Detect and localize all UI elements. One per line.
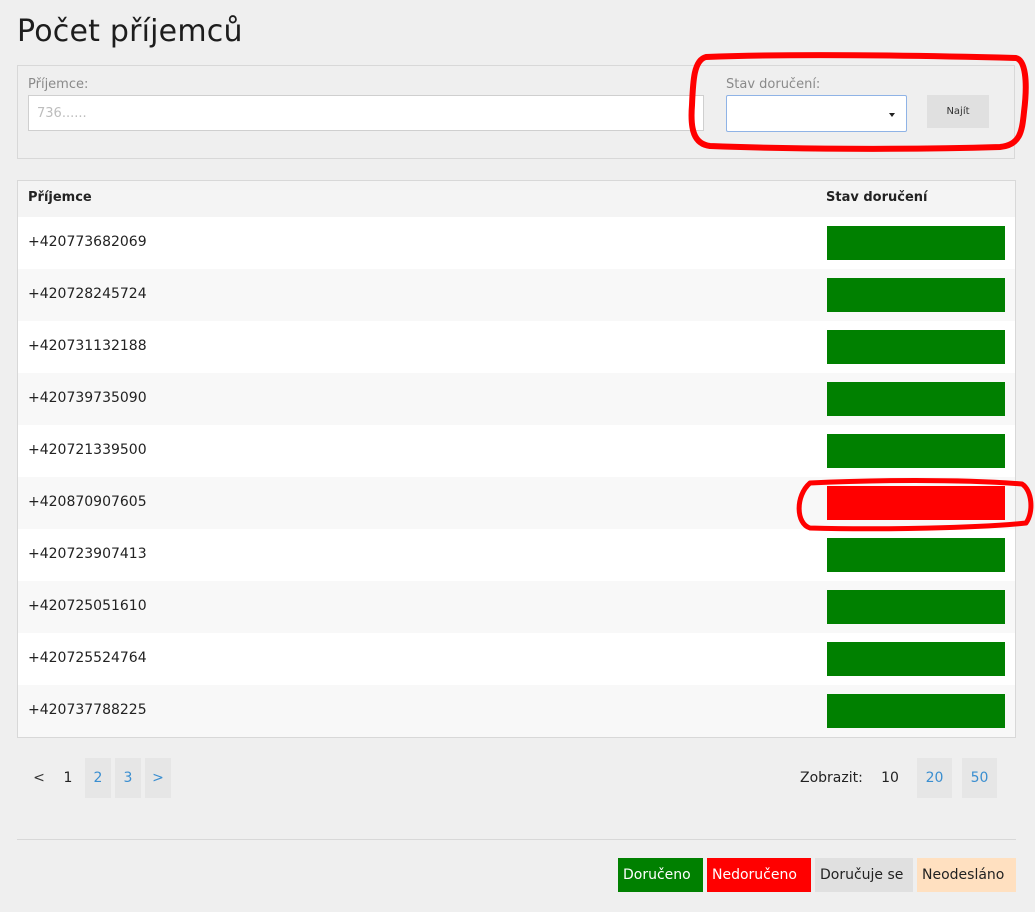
table-row: +420731132188 <box>18 321 1015 373</box>
delivery-status-bar <box>827 278 1005 312</box>
recipient-cell: +420728245724 <box>28 286 147 302</box>
recipient-cell: +420731132188 <box>28 338 147 354</box>
recipient-cell: +420725051610 <box>28 598 147 614</box>
delivery-state-label: Stav doručení: <box>726 77 821 92</box>
pagination-page-1[interactable]: 1 <box>57 758 79 798</box>
table-row: +420870907605 <box>18 477 1015 529</box>
delivery-status-bar <box>827 382 1005 416</box>
pagination-page-2[interactable]: 2 <box>85 758 111 798</box>
recipient-cell: +420725524764 <box>28 650 147 666</box>
table-row: +420725524764 <box>18 633 1015 685</box>
pagination-next[interactable]: > <box>145 758 171 798</box>
find-button[interactable]: Najít <box>927 95 989 128</box>
delivery-status-bar <box>827 642 1005 676</box>
recipient-cell: +420773682069 <box>28 234 147 250</box>
legend-not-sent: Neodesláno <box>917 858 1016 892</box>
table-row: +420725051610 <box>18 581 1015 633</box>
delivery-status-bar <box>827 538 1005 572</box>
divider <box>17 839 1016 840</box>
table-header: Příjemce Stav doručení <box>18 181 1015 217</box>
pagination-page-3[interactable]: 3 <box>115 758 141 798</box>
recipient-input[interactable] <box>28 95 704 131</box>
recipient-cell: +420870907605 <box>28 494 147 510</box>
caret-down-icon <box>889 113 895 117</box>
recipient-cell: +420739735090 <box>28 390 147 406</box>
legend-undelivered: Nedoručeno <box>707 858 811 892</box>
delivery-status-bar <box>827 486 1005 520</box>
table-row: +420737788225 <box>18 685 1015 737</box>
table-row: +420728245724 <box>18 269 1015 321</box>
page-size-50[interactable]: 50 <box>962 758 997 798</box>
pagination-prev[interactable]: < <box>27 758 51 798</box>
filter-panel: Příjemce: Stav doručení: Najít <box>17 65 1015 159</box>
recipients-table: Příjemce Stav doručení +420773682069 +42… <box>17 180 1016 738</box>
recipient-cell: +420737788225 <box>28 702 147 718</box>
delivery-state-select[interactable] <box>726 95 907 132</box>
table-body: +420773682069 +420728245724 +42073113218… <box>18 217 1015 737</box>
table-row: +420723907413 <box>18 529 1015 581</box>
column-header-recipient: Příjemce <box>28 190 92 205</box>
page-size-20[interactable]: 20 <box>917 758 952 798</box>
delivery-status-bar <box>827 226 1005 260</box>
table-row: +420721339500 <box>18 425 1015 477</box>
recipient-cell: +420721339500 <box>28 442 147 458</box>
page-size-10[interactable]: 10 <box>874 758 906 798</box>
column-header-state: Stav doručení <box>826 190 928 205</box>
delivery-status-bar <box>827 330 1005 364</box>
table-row: +420773682069 <box>18 217 1015 269</box>
page-title: Počet příjemců <box>17 14 243 49</box>
delivery-status-bar <box>827 434 1005 468</box>
recipient-label: Příjemce: <box>28 77 89 92</box>
delivery-status-bar <box>827 590 1005 624</box>
delivery-status-bar <box>827 694 1005 728</box>
page-size-label: Zobrazit: <box>800 770 863 786</box>
legend-delivered: Doručeno <box>618 858 703 892</box>
legend-delivering: Doručuje se <box>815 858 913 892</box>
table-row: +420739735090 <box>18 373 1015 425</box>
recipient-cell: +420723907413 <box>28 546 147 562</box>
